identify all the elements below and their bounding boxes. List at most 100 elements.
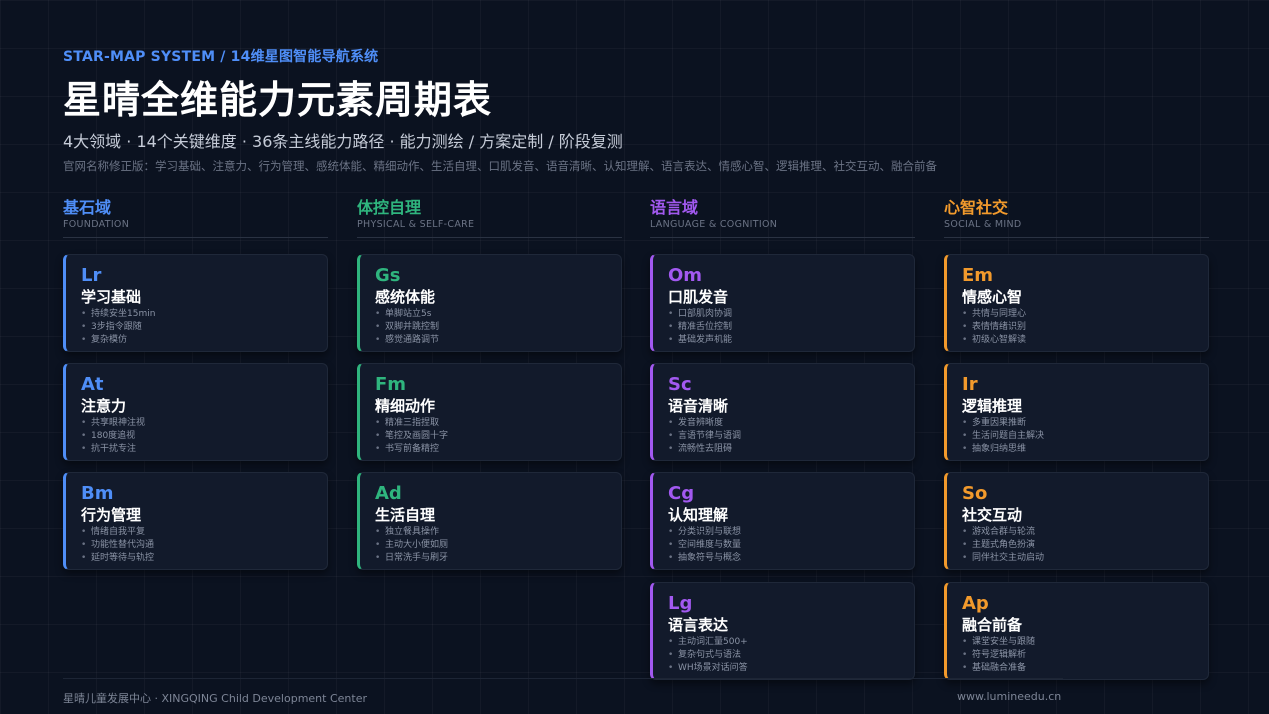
element-item: 精准舌位控制 xyxy=(668,321,914,334)
domain-name: 体控自理 xyxy=(357,198,422,217)
element-item: 精准三指捏取 xyxy=(375,417,621,430)
domain-name: 语言域 xyxy=(650,198,699,217)
element-item: 书写前备精控 xyxy=(375,443,621,456)
element-item: 共情与同理心 xyxy=(962,308,1208,321)
element-item: 多重因果推断 xyxy=(962,417,1208,430)
element-item: 同伴社交主动启动 xyxy=(962,552,1208,565)
element-item: 主动大小便如厕 xyxy=(375,539,621,552)
element-card[interactable]: Om 口肌发音 口部肌肉协调 精准舌位控制 基础发声机能 xyxy=(650,254,915,352)
element-item: 主题式角色扮演 xyxy=(962,539,1208,552)
element-symbol: Ad xyxy=(375,483,402,504)
system-kicker: STAR-MAP SYSTEM / 14维星图智能导航系统 xyxy=(63,49,379,65)
domain-column-language: 语言域 LANGUAGE & COGNITION Om 口肌发音 口部肌肉协调 … xyxy=(650,198,915,680)
element-symbol: Cg xyxy=(668,483,695,504)
element-item: 空间维度与数量 xyxy=(668,539,914,552)
element-items: 口部肌肉协调 精准舌位控制 基础发声机能 xyxy=(668,308,914,347)
element-item: 抽象符号与概念 xyxy=(668,552,914,565)
element-items: 共享眼神注视 180度追视 抗干扰专注 xyxy=(81,417,327,456)
element-item: 持续安坐15min xyxy=(81,308,327,321)
element-item: 分类识别与联想 xyxy=(668,526,914,539)
element-card[interactable]: Sc 语音清晰 发音辨晰度 言语节律与语调 流畅性去阻碍 xyxy=(650,363,915,461)
element-symbol: So xyxy=(962,483,988,504)
revision-note: 官网名称修正版：学习基础、注意力、行为管理、感统体能、精细动作、生活自理、口肌发… xyxy=(63,159,937,173)
element-name: 认知理解 xyxy=(668,506,729,524)
element-items: 单脚站立5s 双脚并跳控制 感觉通路调节 xyxy=(375,308,621,347)
element-item: 生活问题自主解决 xyxy=(962,430,1208,443)
domain-en: LANGUAGE & COGNITION xyxy=(650,219,778,230)
element-item: 复杂模仿 xyxy=(81,334,327,347)
element-name: 注意力 xyxy=(81,397,127,415)
element-symbol: Lr xyxy=(81,265,102,286)
element-card[interactable]: Lg 语言表达 主动词汇量500+ 复杂句式与语法 WH场景对话问答 xyxy=(650,582,915,680)
element-name: 生活自理 xyxy=(375,506,436,524)
element-items: 课堂安坐与跟随 符号逻辑解析 基础融合准备 xyxy=(962,636,1208,675)
element-name: 口肌发音 xyxy=(668,288,729,306)
element-card[interactable]: Cg 认知理解 分类识别与联想 空间维度与数量 抽象符号与概念 xyxy=(650,472,915,570)
element-item: 符号逻辑解析 xyxy=(962,649,1208,662)
element-item: 初级心智解读 xyxy=(962,334,1208,347)
element-symbol: Gs xyxy=(375,265,401,286)
element-card[interactable]: Ir 逻辑推理 多重因果推断 生活问题自主解决 抽象归纳思维 xyxy=(944,363,1209,461)
element-name: 语音清晰 xyxy=(668,397,729,415)
element-card[interactable]: Lr 学习基础 持续安坐15min 3步指令跟随 复杂模仿 xyxy=(63,254,328,352)
element-items: 独立餐具操作 主动大小便如厕 日常洗手与刷牙 xyxy=(375,526,621,565)
element-items: 多重因果推断 生活问题自主解决 抽象归纳思维 xyxy=(962,417,1208,456)
element-item: 课堂安坐与跟随 xyxy=(962,636,1208,649)
element-symbol: Om xyxy=(668,265,703,286)
element-item: 基础发声机能 xyxy=(668,334,914,347)
domain-header: 语言域 LANGUAGE & COGNITION xyxy=(650,198,915,238)
domain-column-physical: 体控自理 PHYSICAL & SELF-CARE Gs 感统体能 单脚站立5s… xyxy=(357,198,622,570)
element-item: 3步指令跟随 xyxy=(81,321,327,334)
element-item: 游戏合群与轮流 xyxy=(962,526,1208,539)
element-items: 持续安坐15min 3步指令跟随 复杂模仿 xyxy=(81,308,327,347)
element-items: 发音辨晰度 言语节律与语调 流畅性去阻碍 xyxy=(668,417,914,456)
page-title: 星晴全维能力元素周期表 xyxy=(63,78,493,122)
element-name: 行为管理 xyxy=(81,506,142,524)
element-items: 精准三指捏取 笔控及画圆十字 书写前备精控 xyxy=(375,417,621,456)
element-item: 发音辨晰度 xyxy=(668,417,914,430)
element-card[interactable]: Fm 精细动作 精准三指捏取 笔控及画圆十字 书写前备精控 xyxy=(357,363,622,461)
element-item: 功能性替代沟通 xyxy=(81,539,327,552)
element-symbol: At xyxy=(81,374,104,395)
element-symbol: Bm xyxy=(81,483,114,504)
element-items: 游戏合群与轮流 主题式角色扮演 同伴社交主动启动 xyxy=(962,526,1208,565)
domain-header: 体控自理 PHYSICAL & SELF-CARE xyxy=(357,198,622,238)
element-symbol: Ir xyxy=(962,374,978,395)
element-item: 笔控及画圆十字 xyxy=(375,430,621,443)
element-card[interactable]: At 注意力 共享眼神注视 180度追视 抗干扰专注 xyxy=(63,363,328,461)
element-symbol: Em xyxy=(962,265,994,286)
footer-website-link[interactable]: www.lumineedu.cn xyxy=(957,690,1061,703)
element-item: 抽象归纳思维 xyxy=(962,443,1208,456)
element-item: 单脚站立5s xyxy=(375,308,621,321)
page-subtitle: 4大领域 · 14个关键维度 · 36条主线能力路径 · 能力测绘 / 方案定制… xyxy=(63,132,623,151)
element-item: 抗干扰专注 xyxy=(81,443,327,456)
domain-en: PHYSICAL & SELF-CARE xyxy=(357,219,475,230)
element-item: 独立餐具操作 xyxy=(375,526,621,539)
footer-org: 星晴儿童发展中心 · XINGQING Child Development Ce… xyxy=(63,692,367,705)
element-item: 180度追视 xyxy=(81,430,327,443)
domain-en: SOCIAL & MIND xyxy=(944,219,1022,230)
element-name: 社交互动 xyxy=(962,506,1023,524)
element-item: 日常洗手与刷牙 xyxy=(375,552,621,565)
element-item: 言语节律与语调 xyxy=(668,430,914,443)
element-name: 逻辑推理 xyxy=(962,397,1023,415)
element-name: 融合前备 xyxy=(962,616,1023,634)
domain-column-foundation: 基石域 FOUNDATION Lr 学习基础 持续安坐15min 3步指令跟随 … xyxy=(63,198,328,570)
element-symbol: Sc xyxy=(668,374,692,395)
element-card[interactable]: Gs 感统体能 单脚站立5s 双脚并跳控制 感觉通路调节 xyxy=(357,254,622,352)
domain-header: 基石域 FOUNDATION xyxy=(63,198,328,238)
element-item: 基础融合准备 xyxy=(962,662,1208,675)
element-card[interactable]: Ad 生活自理 独立餐具操作 主动大小便如厕 日常洗手与刷牙 xyxy=(357,472,622,570)
element-card[interactable]: Bm 行为管理 情绪自我平复 功能性替代沟通 延时等待与轨控 xyxy=(63,472,328,570)
element-item: 复杂句式与语法 xyxy=(668,649,914,662)
domain-name: 心智社交 xyxy=(944,198,1009,217)
footer: 星晴儿童发展中心 · XINGQING Child Development Ce… xyxy=(63,678,1063,705)
element-name: 语言表达 xyxy=(668,616,729,634)
element-items: 情绪自我平复 功能性替代沟通 延时等待与轨控 xyxy=(81,526,327,565)
domain-column-social: 心智社交 SOCIAL & MIND Em 情感心智 共情与同理心 表情情绪识别… xyxy=(944,198,1209,680)
element-name: 学习基础 xyxy=(81,288,142,306)
element-card[interactable]: Ap 融合前备 课堂安坐与跟随 符号逻辑解析 基础融合准备 xyxy=(944,582,1209,680)
element-card[interactable]: Em 情感心智 共情与同理心 表情情绪识别 初级心智解读 xyxy=(944,254,1209,352)
element-items: 主动词汇量500+ 复杂句式与语法 WH场景对话问答 xyxy=(668,636,914,675)
element-card[interactable]: So 社交互动 游戏合群与轮流 主题式角色扮演 同伴社交主动启动 xyxy=(944,472,1209,570)
